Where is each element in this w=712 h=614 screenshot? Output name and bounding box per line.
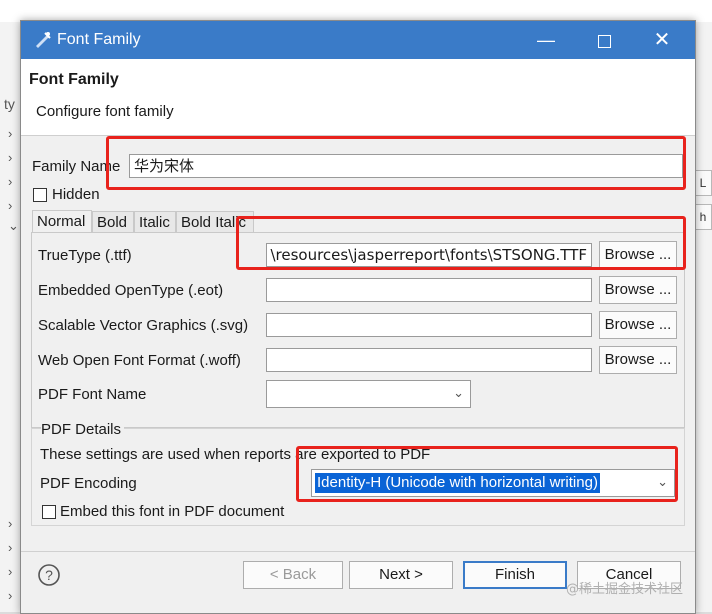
background-button[interactable]: L <box>694 170 712 196</box>
eot-label: Embedded OpenType (.eot) <box>38 282 224 299</box>
pdf-font-name-select[interactable]: ⌄ <box>266 380 471 408</box>
browse-svg-button[interactable]: Browse ... <box>599 311 677 339</box>
chevron-right-icon[interactable]: › <box>8 588 12 603</box>
pdf-encoding-label: PDF Encoding <box>40 475 137 492</box>
tab-italic[interactable]: Italic <box>134 211 176 233</box>
title-bar[interactable]: Font Family — ✕ <box>21 21 695 59</box>
help-icon[interactable]: ? <box>37 563 61 587</box>
woff-label: Web Open Font Format (.woff) <box>38 352 241 369</box>
hidden-label: Hidden <box>52 186 100 203</box>
watermark: @稀土掘金技术社区 <box>566 582 684 597</box>
search-fragment: ty <box>4 96 15 112</box>
chevron-right-icon[interactable]: › <box>8 126 12 141</box>
pdf-font-name-label: PDF Font Name <box>38 386 147 403</box>
woff-input[interactable] <box>266 348 592 372</box>
background-toolbar <box>0 0 712 22</box>
tab-normal[interactable]: Normal <box>32 210 92 234</box>
chevron-right-icon[interactable]: › <box>8 150 12 165</box>
finish-button[interactable]: Finish <box>463 561 567 589</box>
embed-font-label: Embed this font in PDF document <box>60 503 285 520</box>
window-title: Font Family <box>57 31 141 48</box>
chevron-right-icon[interactable]: › <box>8 198 12 213</box>
maximize-icon[interactable] <box>575 21 633 59</box>
highlight-pdf-encoding <box>296 446 678 502</box>
header-description: Configure font family <box>36 103 174 120</box>
chevron-right-icon[interactable]: › <box>8 516 12 531</box>
header-title: Font Family <box>29 71 119 88</box>
chevron-down-icon[interactable]: ⌄ <box>8 218 19 234</box>
chevron-right-icon[interactable]: › <box>8 174 12 189</box>
truetype-label: TrueType (.ttf) <box>38 247 132 264</box>
chevron-right-icon[interactable]: › <box>8 540 12 555</box>
chevron-down-icon: ⌄ <box>453 385 464 400</box>
highlight-truetype <box>236 216 686 270</box>
svg-text:?: ? <box>45 567 53 583</box>
footer-separator <box>21 551 695 552</box>
background-side-panel: L h <box>694 22 712 612</box>
background-button[interactable]: h <box>694 204 712 230</box>
dialog-header: Font Family Configure font family <box>21 59 695 136</box>
tab-bold[interactable]: Bold <box>92 211 134 233</box>
hidden-checkbox[interactable] <box>33 188 47 202</box>
eclipse-icon <box>36 32 51 48</box>
close-icon[interactable]: ✕ <box>633 21 691 59</box>
chevron-right-icon[interactable]: › <box>8 564 12 579</box>
next-button[interactable]: Next > <box>349 561 453 589</box>
pdf-details-title: PDF Details <box>41 421 125 438</box>
eot-input[interactable] <box>266 278 592 302</box>
svg-label: Scalable Vector Graphics (.svg) <box>38 317 249 334</box>
embed-font-checkbox[interactable] <box>42 505 56 519</box>
font-family-dialog: Font Family — ✕ Font Family Configure fo… <box>20 20 696 614</box>
back-button[interactable]: < Back <box>243 561 343 589</box>
minimize-icon[interactable]: — <box>517 21 575 59</box>
highlight-family-name <box>106 136 686 190</box>
browse-eot-button[interactable]: Browse ... <box>599 276 677 304</box>
browse-woff-button[interactable]: Browse ... <box>599 346 677 374</box>
svg-input[interactable] <box>266 313 592 337</box>
